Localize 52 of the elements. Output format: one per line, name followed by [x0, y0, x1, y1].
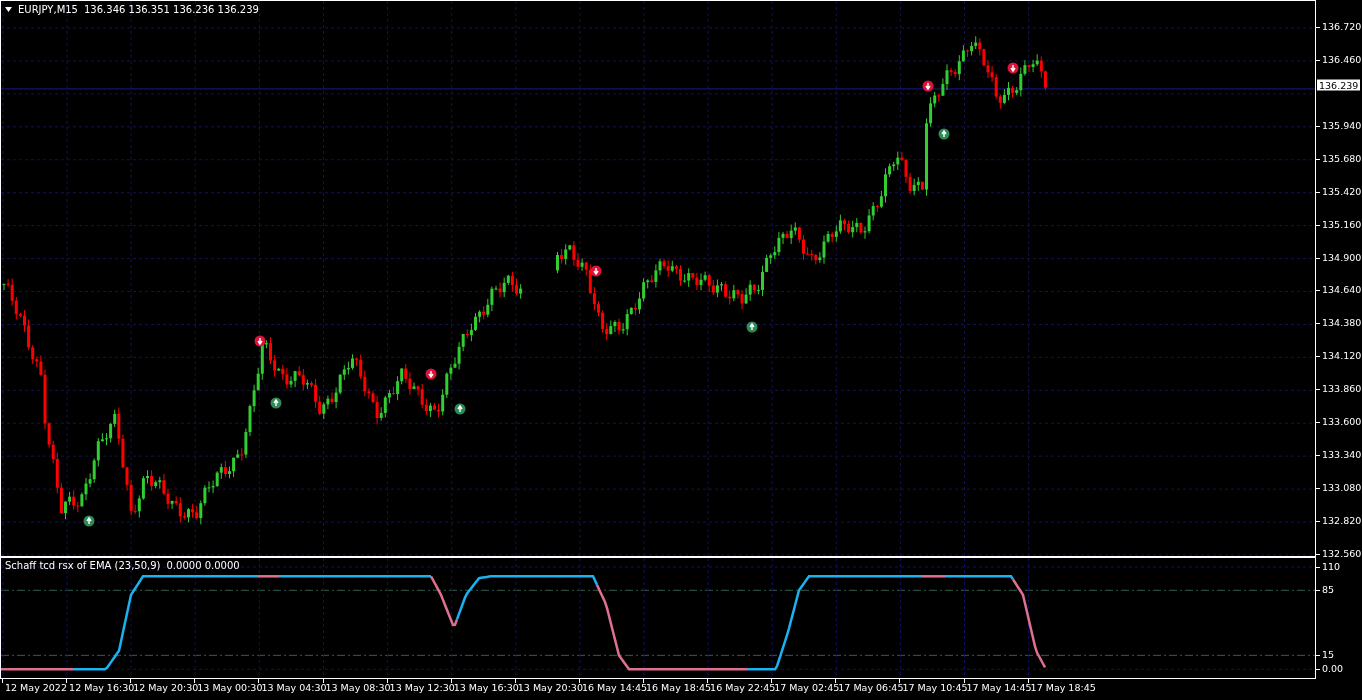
time-label: 12 May 20:30: [133, 682, 199, 693]
sell-arrow-icon: [425, 368, 437, 380]
time-label: 17 May 06:45: [838, 682, 904, 693]
price-label: 132.560: [1322, 547, 1362, 560]
buy-arrow-icon: [746, 321, 758, 333]
price-label: 133.080: [1322, 482, 1362, 494]
time-label: 16 May 22:45: [710, 682, 776, 693]
buy-arrow-icon: [454, 403, 466, 415]
price-label: 135.680: [1322, 152, 1362, 165]
indicator-label: Schaff tcd rsx of EMA (23,50,9): [5, 560, 161, 571]
time-label: 17 May 18:45: [1030, 682, 1096, 693]
level-label: 110: [1322, 561, 1341, 573]
price-label: 136.460: [1322, 53, 1362, 66]
time-label: 13 May 16:30: [453, 682, 519, 693]
time-label: 17 May 14:45: [966, 682, 1032, 693]
time-label: 13 May 08:30: [325, 682, 391, 693]
price-label: 133.860: [1322, 383, 1362, 396]
sell-arrow-icon: [922, 80, 934, 92]
price-label: 134.120: [1322, 350, 1362, 363]
level-label: 15: [1322, 649, 1335, 662]
sell-arrow-icon: [1007, 62, 1019, 74]
price-label: 134.380: [1322, 317, 1362, 330]
price-label: 133.600: [1322, 416, 1362, 429]
time-label: 12 May 2022: [5, 682, 67, 693]
price-label: 135.940: [1322, 119, 1362, 132]
price-label: 136.720: [1322, 21, 1362, 33]
symbol-label: EURJPY,M15: [18, 4, 78, 15]
current-price-label: 136.239: [1317, 79, 1361, 91]
price-label: 135.420: [1322, 185, 1362, 198]
price-label: 134.900: [1322, 251, 1362, 264]
buy-arrow-icon: [83, 515, 95, 527]
sell-arrow-icon: [254, 335, 266, 347]
dropdown-triangle-icon[interactable]: [5, 7, 12, 12]
time-label: 17 May 02:45: [774, 682, 840, 693]
buy-arrow-icon: [270, 397, 282, 409]
price-label: 133.340: [1322, 449, 1362, 462]
ohlc-values: 136.346 136.351 136.236 136.239: [84, 4, 259, 15]
time-label: 13 May 04:30: [261, 682, 327, 693]
time-label: 13 May 12:30: [389, 682, 455, 693]
time-label: 13 May 00:30: [197, 682, 263, 693]
level-label: 85: [1322, 584, 1335, 597]
time-label: 17 May 10:45: [902, 682, 968, 693]
buy-arrow-icon: [938, 128, 950, 140]
time-label: 16 May 18:45: [646, 682, 712, 693]
price-label: 132.820: [1322, 514, 1362, 527]
level-label: 0.00: [1322, 663, 1344, 676]
time-label: 13 May 20:30: [517, 682, 583, 693]
time-label: 12 May 16:30: [69, 682, 135, 693]
price-label: 135.160: [1322, 218, 1362, 231]
sell-arrow-icon: [590, 265, 602, 277]
price-label: 134.640: [1322, 284, 1362, 297]
indicator-values: 0.0000 0.0000: [166, 560, 240, 571]
